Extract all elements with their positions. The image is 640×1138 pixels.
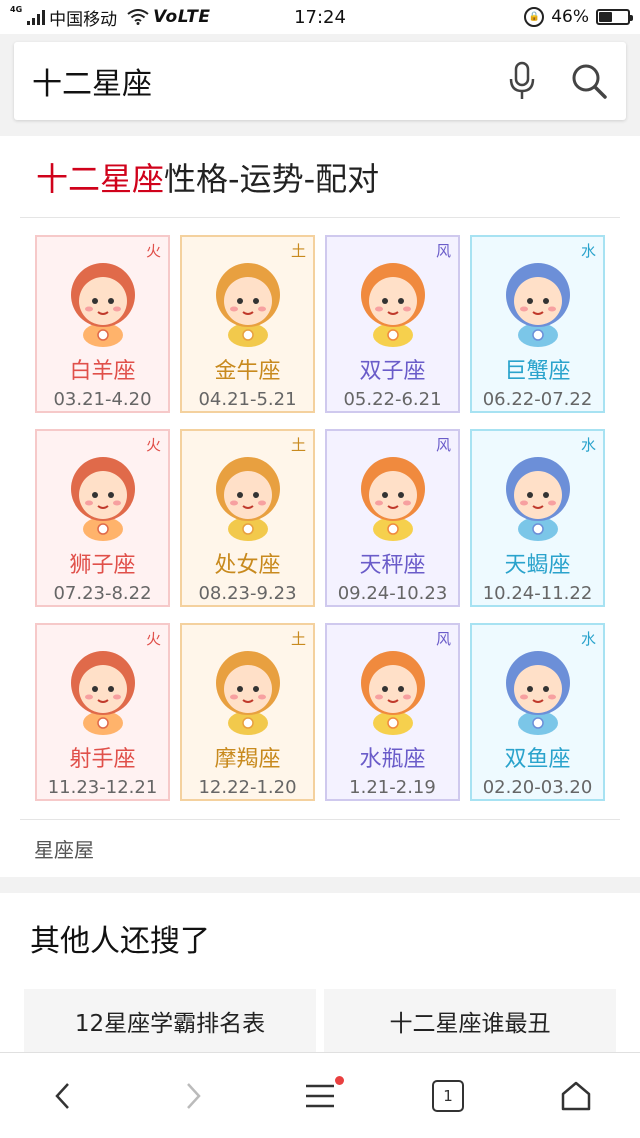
zodiac-dates: 11.23-12.21 <box>47 777 158 798</box>
zodiac-card[interactable]: 土摩羯座 12.22-1.20 <box>180 623 315 801</box>
related-searches-list: 12星座学霸排名表 十二星座谁最丑 <box>24 989 616 1053</box>
search-input[interactable]: 十二星座 <box>32 59 508 103</box>
result-title[interactable]: 十二星座 性格-运势-配对 <box>20 136 620 218</box>
zodiac-name: 射手座 <box>69 747 136 772</box>
zodiac-card[interactable]: 风天秤座 09.24-10.23 <box>325 429 460 607</box>
zodiac-dates: 06.22-07.22 <box>482 389 593 410</box>
zodiac-card[interactable]: 火狮子座 07.23-8.22 <box>35 429 170 607</box>
back-icon <box>55 1082 69 1109</box>
zodiac-dates: 04.21-5.21 <box>198 389 297 410</box>
virgo-avatar-icon <box>215 457 280 541</box>
element-badge: 火 <box>145 630 161 648</box>
pisces-avatar-icon <box>505 651 570 735</box>
forward-icon <box>187 1082 201 1109</box>
zodiac-card[interactable]: 土金牛座 04.21-5.21 <box>180 235 315 413</box>
network-type-label: 4G <box>10 4 23 14</box>
home-button[interactable] <box>536 1066 616 1126</box>
wifi-icon <box>127 9 149 25</box>
element-badge: 水 <box>580 242 596 260</box>
element-badge: 火 <box>145 436 161 454</box>
tabs-button[interactable]: 1 <box>408 1066 488 1126</box>
zodiac-name: 天秤座 <box>359 553 426 578</box>
mic-icon[interactable] <box>508 61 536 101</box>
zodiac-name: 双鱼座 <box>504 747 571 772</box>
aries-avatar-icon <box>70 263 135 347</box>
notification-dot <box>335 1075 344 1085</box>
zodiac-dates: 02.20-03.20 <box>482 777 593 798</box>
element-badge: 土 <box>290 630 306 648</box>
zodiac-dates: 09.24-10.23 <box>337 583 448 604</box>
bottom-nav: 1 <box>0 1052 640 1138</box>
scorpio-avatar-icon <box>505 457 570 541</box>
related-searches-title: 其他人还搜了 <box>30 924 210 959</box>
sagittarius-avatar-icon <box>70 651 135 735</box>
zodiac-card[interactable]: 风双子座 05.22-6.21 <box>325 235 460 413</box>
home-icon <box>561 1081 591 1110</box>
zodiac-name: 金牛座 <box>214 359 281 384</box>
back-button[interactable] <box>24 1066 104 1126</box>
zodiac-name: 巨蟹座 <box>504 359 571 384</box>
element-badge: 风 <box>435 242 451 260</box>
zodiac-name: 白羊座 <box>69 359 136 384</box>
menu-button[interactable] <box>280 1066 360 1126</box>
element-badge: 风 <box>435 630 451 648</box>
zodiac-dates: 12.22-1.20 <box>198 777 297 798</box>
zodiac-card[interactable]: 土处女座 08.23-9.23 <box>180 429 315 607</box>
volte-label: VoLTE <box>153 7 211 27</box>
zodiac-dates: 1.21-2.19 <box>349 777 436 798</box>
search-bar-container: 十二星座 <box>0 34 640 136</box>
battery-percent: 46% <box>551 7 589 27</box>
element-badge: 火 <box>145 242 161 260</box>
forward-button[interactable] <box>152 1066 232 1126</box>
battery-icon <box>596 9 633 25</box>
cancer-avatar-icon <box>505 263 570 347</box>
zodiac-name: 摩羯座 <box>214 747 281 772</box>
result-card: 十二星座 性格-运势-配对 火白羊座 03.21-4.20 土金牛座 04.21-5.… <box>0 136 640 877</box>
result-title-rest: 性格-运势-配对 <box>164 159 380 198</box>
status-bar: 4G 中国移动 VoLTE 17:24 🔒 46% <box>0 0 640 34</box>
capricorn-avatar-icon <box>215 651 280 735</box>
zodiac-name: 双子座 <box>359 359 426 384</box>
zodiac-card[interactable]: 水双鱼座 02.20-03.20 <box>470 623 605 801</box>
zodiac-dates: 10.24-11.22 <box>482 583 593 604</box>
libra-avatar-icon <box>360 457 425 541</box>
gemini-avatar-icon <box>360 263 425 347</box>
element-badge: 水 <box>580 436 596 454</box>
zodiac-dates: 08.23-9.23 <box>198 583 297 604</box>
element-badge: 土 <box>290 242 306 260</box>
zodiac-card[interactable]: 火射手座 11.23-12.21 <box>35 623 170 801</box>
zodiac-grid: 火白羊座 03.21-4.20 土金牛座 04.21-5.21 风双子座 05.22-6.… <box>20 218 620 819</box>
rotation-lock-icon: 🔒 <box>524 7 545 27</box>
zodiac-dates: 07.23-8.22 <box>53 583 152 604</box>
result-title-highlight: 十二星座 <box>36 159 165 198</box>
element-badge: 土 <box>290 436 306 454</box>
zodiac-name: 处女座 <box>214 553 281 578</box>
search-icon[interactable] <box>570 62 608 100</box>
leo-avatar-icon <box>70 457 135 541</box>
zodiac-dates: 05.22-6.21 <box>343 389 442 410</box>
menu-icon <box>306 1084 334 1107</box>
search-box[interactable]: 十二星座 <box>14 42 626 120</box>
element-badge: 风 <box>435 436 451 454</box>
zodiac-card[interactable]: 水巨蟹座 06.22-07.22 <box>470 235 605 413</box>
zodiac-name: 天蝎座 <box>504 553 571 578</box>
result-source[interactable]: 星座屋 <box>20 819 620 877</box>
carrier-name: 中国移动 <box>49 9 118 30</box>
zodiac-card[interactable]: 水天蝎座 10.24-11.22 <box>470 429 605 607</box>
element-badge: 水 <box>580 630 596 648</box>
zodiac-name: 水瓶座 <box>359 747 426 772</box>
related-search-item[interactable]: 12星座学霸排名表 <box>24 989 316 1053</box>
taurus-avatar-icon <box>215 263 280 347</box>
zodiac-card[interactable]: 火白羊座 03.21-4.20 <box>35 235 170 413</box>
aquarius-avatar-icon <box>360 651 425 735</box>
zodiac-dates: 03.21-4.20 <box>53 389 152 410</box>
zodiac-card[interactable]: 风水瓶座 1.21-2.19 <box>325 623 460 801</box>
tabs-icon: 1 <box>432 1079 464 1112</box>
zodiac-name: 狮子座 <box>69 553 136 578</box>
signal-icon <box>27 9 46 25</box>
related-search-item[interactable]: 十二星座谁最丑 <box>324 989 616 1053</box>
